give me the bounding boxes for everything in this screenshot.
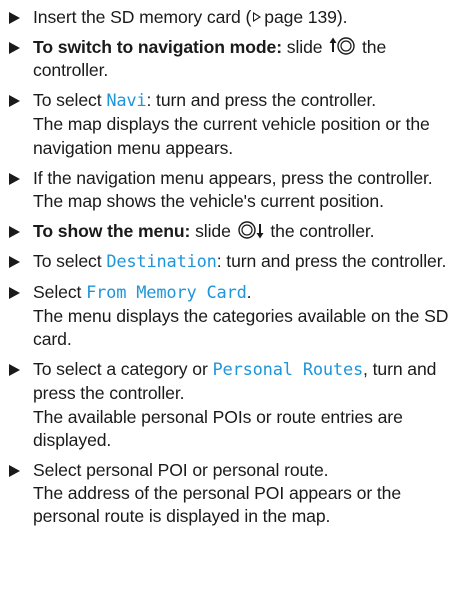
step-bullet-icon: [9, 225, 20, 238]
step-text: : turn and press the controller.: [146, 90, 377, 111]
step-select-from-memory-card: Select From Memory Card. The menu displa…: [8, 281, 455, 352]
step-bullet-icon: [9, 172, 20, 185]
step-text: ).: [336, 7, 348, 27]
menu-item-destination: Destination: [106, 251, 217, 272]
step-result: The map displays the current vehicle pos…: [33, 114, 430, 158]
step-text: To select: [33, 90, 107, 111]
step-bullet-icon: [9, 95, 20, 108]
step-navigation-menu-appears: If the navigation menu appears, press th…: [8, 167, 455, 213]
page-reference: page 139: [264, 7, 337, 27]
step-bullet-icon: [9, 286, 20, 299]
step-select-personal-poi: Select personal POI or personal route. T…: [8, 459, 455, 529]
step-bullet-icon: [9, 12, 20, 24]
step-show-menu: To show the menu: slide the controller.: [8, 220, 455, 243]
step-text: Insert the SD memory card (: [33, 7, 252, 27]
step-text: .: [246, 281, 252, 302]
step-select-category: To select a category or Personal Routes,…: [8, 358, 455, 452]
step-text: slide: [190, 220, 236, 241]
step-insert-sd-card: Insert the SD memory card ( page 139).: [8, 6, 455, 29]
step-text: If the navigation menu appears, press th…: [33, 167, 433, 188]
step-select-navi: To select Navi: turn and press the contr…: [8, 89, 455, 160]
step-bullet-icon: [9, 364, 20, 377]
instruction-page: Insert the SD memory card ( page 139). To…: [0, 0, 463, 607]
step-text: : turn and press the controller.: [216, 250, 447, 271]
step-switch-navigation-mode: To switch to navigation mode: slide the …: [8, 36, 455, 82]
slide-down-controller-icon: [237, 220, 264, 240]
step-result: The menu displays the categories availab…: [33, 306, 449, 350]
step-text: To select a category or: [33, 359, 213, 380]
menu-item-personal-routes: Personal Routes: [212, 360, 364, 381]
step-text: Select: [33, 281, 87, 302]
slide-up-controller-icon: [329, 36, 355, 56]
step-text: slide: [281, 37, 328, 57]
step-text: To select: [33, 250, 107, 271]
step-text: the controller.: [265, 220, 375, 241]
step-bullet-icon: [9, 464, 20, 477]
page-reference-icon: [253, 12, 262, 22]
step-text: Select personal POI or personal route.: [33, 459, 329, 480]
step-select-destination: To select Destination: turn and press th…: [8, 250, 455, 274]
menu-item-navi: Navi: [106, 91, 147, 112]
step-result: The map shows the vehicle's current posi…: [33, 190, 384, 211]
step-result: The available personal POIs or route ent…: [33, 406, 403, 450]
step-heading: To switch to navigation mode:: [33, 37, 282, 57]
step-heading: To show the menu:: [33, 220, 191, 241]
step-bullet-icon: [9, 255, 20, 268]
step-bullet-icon: [9, 42, 20, 54]
step-result: The address of the personal POI appears …: [33, 483, 402, 527]
menu-item-from-memory-card: From Memory Card: [86, 282, 247, 303]
